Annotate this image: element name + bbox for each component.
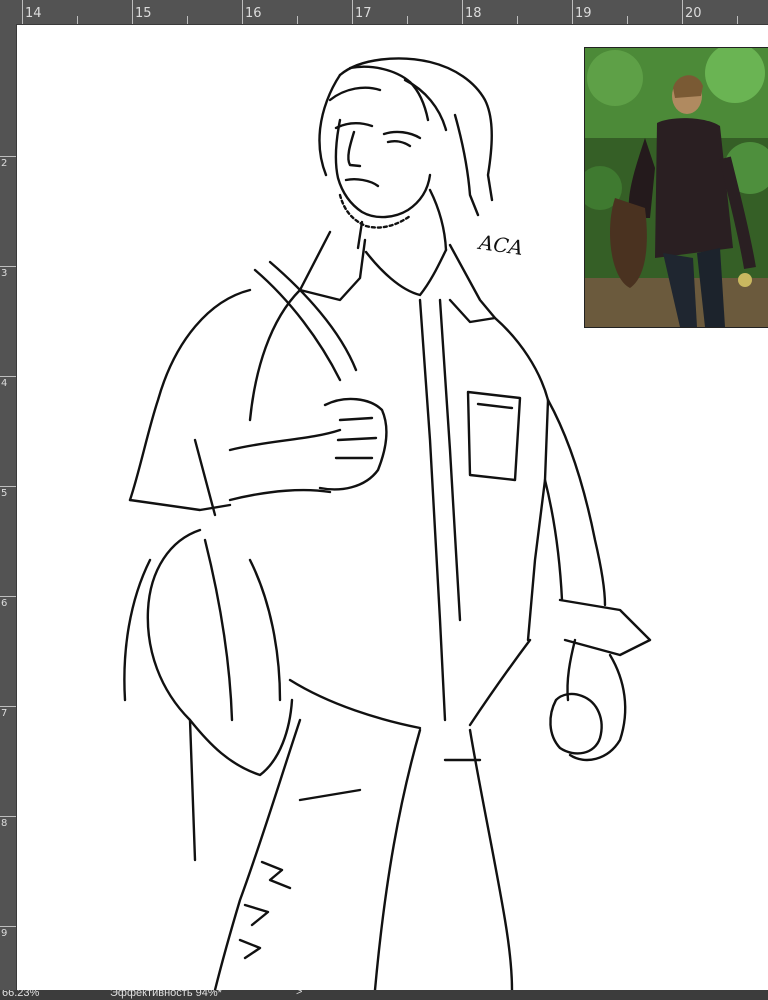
ruler-label: 7 xyxy=(1,708,8,719)
horizontal-ruler[interactable]: 14 15 16 17 18 19 20 xyxy=(0,0,768,25)
ruler-minor-tick xyxy=(737,16,738,24)
ruler-label: 9 xyxy=(1,928,8,939)
ruler-label: 6 xyxy=(1,598,8,609)
ruler-label: 3 xyxy=(1,268,8,279)
ruler-label: 15 xyxy=(135,6,152,21)
ruler-major-tick xyxy=(572,0,573,24)
ruler-major-tick xyxy=(0,376,16,377)
ruler-label: 8 xyxy=(1,818,8,829)
reference-photo[interactable] xyxy=(584,47,768,328)
ruler-minor-tick xyxy=(627,16,628,24)
ruler-minor-tick xyxy=(517,16,518,24)
ruler-label: 18 xyxy=(465,6,482,21)
ruler-major-tick xyxy=(0,816,16,817)
ruler-label: 16 xyxy=(245,6,262,21)
reference-photo-image xyxy=(585,48,768,327)
ruler-major-tick xyxy=(0,926,16,927)
ruler-label: 14 xyxy=(25,6,42,21)
ruler-label: 17 xyxy=(355,6,372,21)
ruler-major-tick xyxy=(22,0,23,24)
ruler-label: 5 xyxy=(1,488,8,499)
ruler-label: 4 xyxy=(1,378,8,389)
ruler-major-tick xyxy=(0,706,16,707)
vertical-ruler[interactable]: 2 3 4 5 6 7 8 9 xyxy=(0,24,17,990)
ruler-label: 20 xyxy=(685,6,702,21)
ruler-label: 2 xyxy=(1,158,8,169)
ruler-major-tick xyxy=(352,0,353,24)
document-info: Эффективность 94%* xyxy=(110,990,222,999)
ruler-major-tick xyxy=(132,0,133,24)
ruler-minor-tick xyxy=(77,16,78,24)
ruler-major-tick xyxy=(682,0,683,24)
ruler-major-tick xyxy=(462,0,463,24)
status-expand-arrow[interactable]: > xyxy=(296,990,302,998)
status-bar: 66.23% Эффективность 94%* > xyxy=(0,990,768,1000)
ruler-major-tick xyxy=(0,486,16,487)
ruler-minor-tick xyxy=(407,16,408,24)
ruler-major-tick xyxy=(242,0,243,24)
ruler-label: 19 xyxy=(575,6,592,21)
zoom-level[interactable]: 66.23% xyxy=(2,990,39,999)
ruler-major-tick xyxy=(0,596,16,597)
ruler-minor-tick xyxy=(297,16,298,24)
ruler-major-tick xyxy=(0,266,16,267)
ruler-minor-tick xyxy=(187,16,188,24)
ruler-major-tick xyxy=(0,156,16,157)
